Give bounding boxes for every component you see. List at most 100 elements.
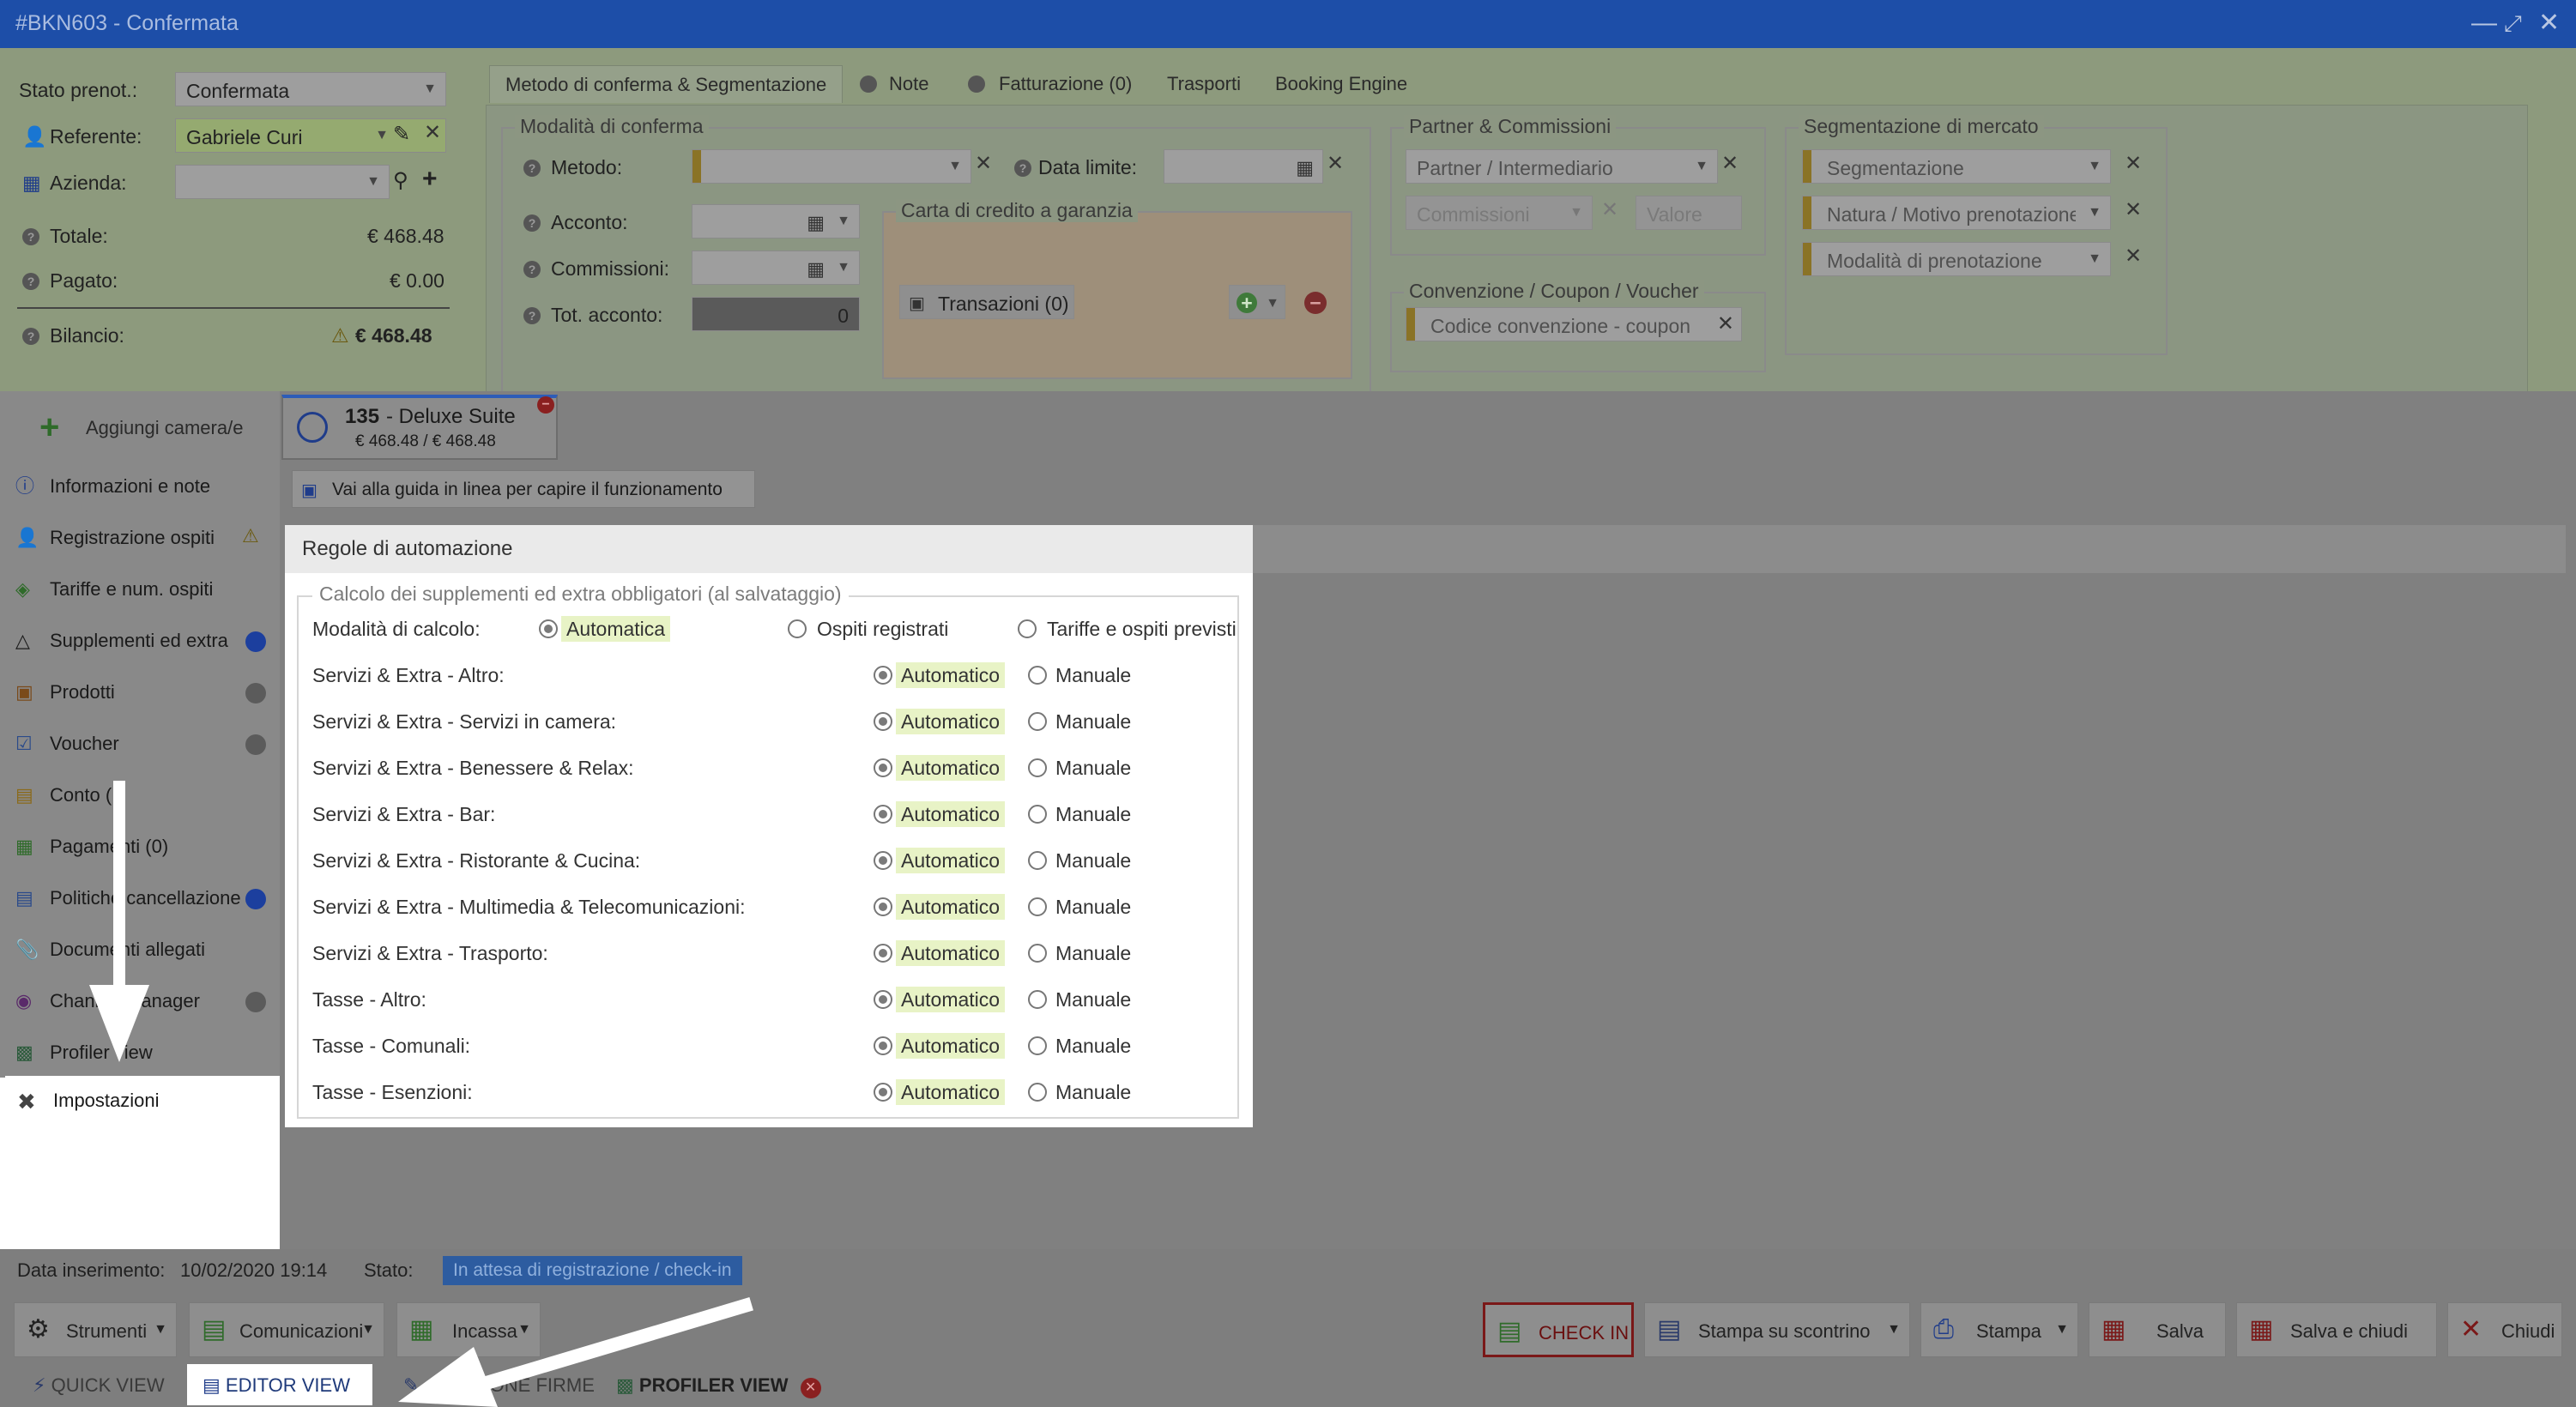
booking-mode-select[interactable]: Modalità di prenotazione ▼ (1802, 242, 2111, 276)
rule-manual-radio[interactable] (1028, 712, 1047, 731)
mode-expected-radio[interactable] (1018, 619, 1037, 638)
rule-automatic-label[interactable]: Automatico (896, 940, 1006, 966)
partner-select[interactable]: Partner / Intermediario ▼ (1406, 149, 1718, 184)
sidebar-item-rates[interactable]: ◈ Tariffe e num. ospiti (14, 571, 271, 606)
rule-automatic-radio[interactable] (874, 851, 892, 870)
tab-quick-view[interactable]: ⚡ QUICK VIEW (17, 1364, 180, 1405)
add-card-button[interactable]: + ▼ (1229, 285, 1285, 319)
clear-icon[interactable]: ✕ (2125, 197, 2142, 222)
rule-manual-label[interactable]: Manuale (1050, 848, 1136, 873)
checkin-button[interactable]: ▤ CHECK IN (1483, 1302, 1634, 1357)
status-select[interactable]: Confermata ▼ (175, 72, 446, 106)
clear-icon[interactable]: ✕ (2125, 151, 2142, 176)
value-field[interactable]: Valore (1636, 196, 1742, 230)
calculator-icon[interactable]: ▦ (807, 212, 825, 234)
print-receipt-button[interactable]: ▤ Stampa su scontrino ▼ (1644, 1302, 1910, 1357)
rule-automatic-label[interactable]: Automatico (896, 1079, 1006, 1105)
sidebar-item-guest-registration[interactable]: 👤 Registrazione ospiti ⚠ (14, 520, 271, 554)
rule-manual-label[interactable]: Manuale (1050, 987, 1136, 1012)
rule-manual-radio[interactable] (1028, 851, 1047, 870)
mode-registered-radio[interactable] (788, 619, 807, 638)
segment-select[interactable]: Segmentazione ▼ (1802, 149, 2111, 184)
voucher-code-field[interactable]: Codice convenzione - coupon ✕ (1406, 307, 1742, 341)
add-icon[interactable]: + (422, 165, 438, 194)
room-tab[interactable]: 135 - Deluxe Suite € 468.48 / € 468.48 − (281, 395, 558, 460)
rule-manual-radio[interactable] (1028, 990, 1047, 1009)
print-button[interactable]: ⎙ Stampa ▼ (1920, 1302, 2078, 1357)
rule-automatic-label[interactable]: Automatico (896, 801, 1006, 827)
method-select[interactable]: ▼ (692, 149, 971, 184)
clear-icon[interactable]: ✕ (424, 120, 441, 145)
rule-automatic-radio[interactable] (874, 666, 892, 685)
transactions-button[interactable]: ▣ Transazioni (0) (899, 285, 1074, 319)
remove-icon[interactable]: − (1304, 292, 1327, 314)
remove-room-icon[interactable]: − (537, 396, 554, 414)
collect-button[interactable]: ▦ Incassa ▼ (396, 1302, 541, 1357)
commission-field[interactable]: ▦ ▼ (692, 251, 860, 285)
rule-automatic-radio[interactable] (874, 944, 892, 963)
sidebar-item-documents[interactable]: 📎 Documenti allegati (14, 932, 271, 966)
rule-automatic-label[interactable]: Automatico (896, 662, 1006, 688)
sidebar-item-voucher[interactable]: ☑ Voucher (14, 726, 271, 760)
rule-manual-radio[interactable] (1028, 666, 1047, 685)
rule-manual-radio[interactable] (1028, 897, 1047, 916)
mode-automatic-label[interactable]: Automatica (561, 616, 671, 642)
rule-automatic-label[interactable]: Automatico (896, 1033, 1006, 1059)
rule-automatic-label[interactable]: Automatico (896, 987, 1006, 1012)
close-tab-icon[interactable]: ✕ (800, 1378, 821, 1398)
rule-automatic-radio[interactable] (874, 805, 892, 824)
save-close-button[interactable]: ▦ Salva e chiudi (2236, 1302, 2437, 1357)
rule-manual-label[interactable]: Manuale (1050, 940, 1136, 966)
clear-icon[interactable]: ✕ (1717, 311, 1734, 336)
rule-manual-label[interactable]: Manuale (1050, 894, 1136, 920)
sidebar-item-account[interactable]: ▤ Conto ( (14, 777, 271, 812)
tab-notes[interactable]: Note (874, 65, 944, 103)
calendar-icon[interactable]: ▦ (1296, 157, 1314, 179)
sidebar-item-payments[interactable]: ▦ Pagamenti (0) (14, 829, 271, 863)
tab-invoicing[interactable]: Fatturazione (0) (983, 65, 1147, 103)
sidebar-item-channel-manager[interactable]: ◉ Channel manager (14, 983, 271, 1018)
clear-icon[interactable]: ✕ (2125, 244, 2142, 269)
mode-automatic-radio[interactable] (539, 619, 558, 638)
add-room-button[interactable]: Aggiungi camera/e (86, 417, 243, 439)
sidebar-item-extras[interactable]: △ Supplementi ed extra (14, 623, 271, 657)
rule-automatic-label[interactable]: Automatico (896, 848, 1006, 873)
pencil-icon[interactable]: ✎ (393, 122, 410, 147)
clear-icon[interactable]: ✕ (1721, 151, 1738, 176)
calculator-icon[interactable]: ▦ (807, 258, 825, 281)
rule-manual-label[interactable]: Manuale (1050, 662, 1136, 688)
company-field[interactable]: ▼ (175, 165, 390, 199)
rule-automatic-radio[interactable] (874, 1083, 892, 1102)
rule-manual-radio[interactable] (1028, 805, 1047, 824)
rule-manual-radio[interactable] (1028, 758, 1047, 777)
rule-manual-radio[interactable] (1028, 1036, 1047, 1055)
tab-booking-engine[interactable]: Booking Engine (1260, 65, 1423, 103)
guide-link[interactable]: ▣ Vai alla guida in linea per capire il … (292, 470, 755, 508)
rule-automatic-radio[interactable] (874, 758, 892, 777)
tab-editor-view[interactable]: ▤ EDITOR VIEW (187, 1364, 372, 1405)
rule-automatic-radio[interactable] (874, 897, 892, 916)
rule-automatic-label[interactable]: Automatico (896, 709, 1006, 734)
sidebar-item-settings[interactable]: ✖ Impostazioni (5, 1076, 280, 1126)
rule-manual-label[interactable]: Manuale (1050, 1033, 1136, 1059)
close-button[interactable]: ✕ Chiudi (2447, 1302, 2562, 1357)
clear-icon[interactable]: ✕ (975, 151, 992, 176)
rule-manual-radio[interactable] (1028, 1083, 1047, 1102)
rule-automatic-label[interactable]: Automatico (896, 894, 1006, 920)
clear-icon[interactable]: ✕ (1327, 151, 1344, 176)
sidebar-item-products[interactable]: ▣ Prodotti (14, 674, 271, 709)
close-window-icon[interactable]: ✕ (2538, 10, 2560, 36)
search-icon[interactable]: ⚲ (393, 168, 408, 193)
sidebar-item-cancellation[interactable]: ▤ Politiche cancellazione (14, 880, 271, 915)
rule-manual-radio[interactable] (1028, 944, 1047, 963)
rule-manual-label[interactable]: Manuale (1050, 709, 1136, 734)
mode-registered-label[interactable]: Ospiti registrati (812, 616, 953, 642)
rule-automatic-radio[interactable] (874, 712, 892, 731)
reason-select[interactable]: Natura / Motivo prenotazione ▼ (1802, 196, 2111, 230)
rule-manual-label[interactable]: Manuale (1050, 755, 1136, 781)
tools-button[interactable]: ⚙ Strumenti ▼ (14, 1302, 177, 1357)
save-button[interactable]: ▦ Salva (2089, 1302, 2226, 1357)
rule-manual-label[interactable]: Manuale (1050, 1079, 1136, 1105)
tab-signatures[interactable]: ✎ IONE FIRME (388, 1364, 610, 1405)
tab-confirmation[interactable]: Metodo di conferma & Segmentazione (489, 65, 844, 103)
